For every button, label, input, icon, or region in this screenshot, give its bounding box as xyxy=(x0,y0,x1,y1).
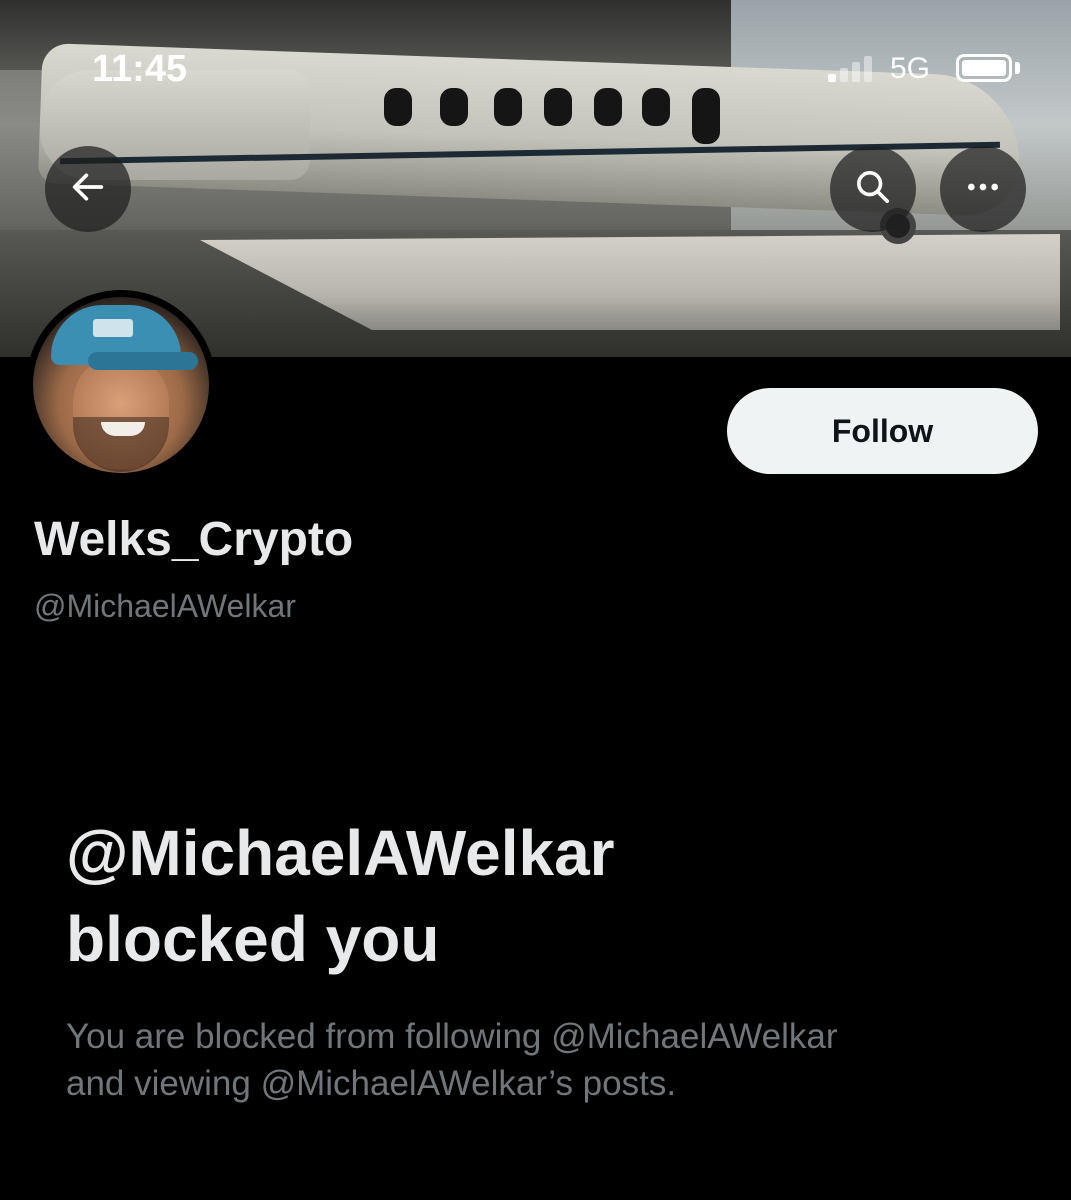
blocked-title-handle: @MichaelAWelkar xyxy=(66,817,615,889)
search-icon xyxy=(853,167,893,212)
jet-window xyxy=(440,88,468,126)
avatar-photo xyxy=(33,297,209,473)
avatar[interactable] xyxy=(26,290,216,480)
more-horizontal-icon xyxy=(963,167,1003,212)
jet-window xyxy=(384,88,412,126)
jet-window xyxy=(642,88,670,126)
blocked-description-line: You are blocked from following @MichaelA… xyxy=(66,1017,838,1056)
search-button[interactable] xyxy=(830,146,916,232)
profile-handle: @MichaelAWelkar xyxy=(34,588,296,624)
blocked-description-line: and viewing @MichaelAWelkar’s posts. xyxy=(66,1064,677,1103)
back-button[interactable] xyxy=(45,146,131,232)
blocked-description: You are blocked from following @MichaelA… xyxy=(66,1013,1026,1107)
battery-icon xyxy=(956,54,1012,82)
jet-window xyxy=(494,88,522,126)
blocked-title: @MichaelAWelkar blocked you xyxy=(66,810,1006,982)
more-button[interactable] xyxy=(940,146,1026,232)
status-time: 11:45 xyxy=(92,48,188,90)
blocked-title-text: blocked you xyxy=(66,903,440,975)
jet-window xyxy=(544,88,572,126)
jet-window xyxy=(594,88,622,126)
jet-door xyxy=(692,88,720,144)
arrow-left-icon xyxy=(68,167,108,212)
network-type: 5G xyxy=(890,52,931,85)
signal-icon xyxy=(828,56,876,82)
display-name: Welks_Crypto xyxy=(34,513,354,566)
battery-tip xyxy=(1015,62,1020,74)
follow-button[interactable]: Follow xyxy=(727,388,1038,474)
